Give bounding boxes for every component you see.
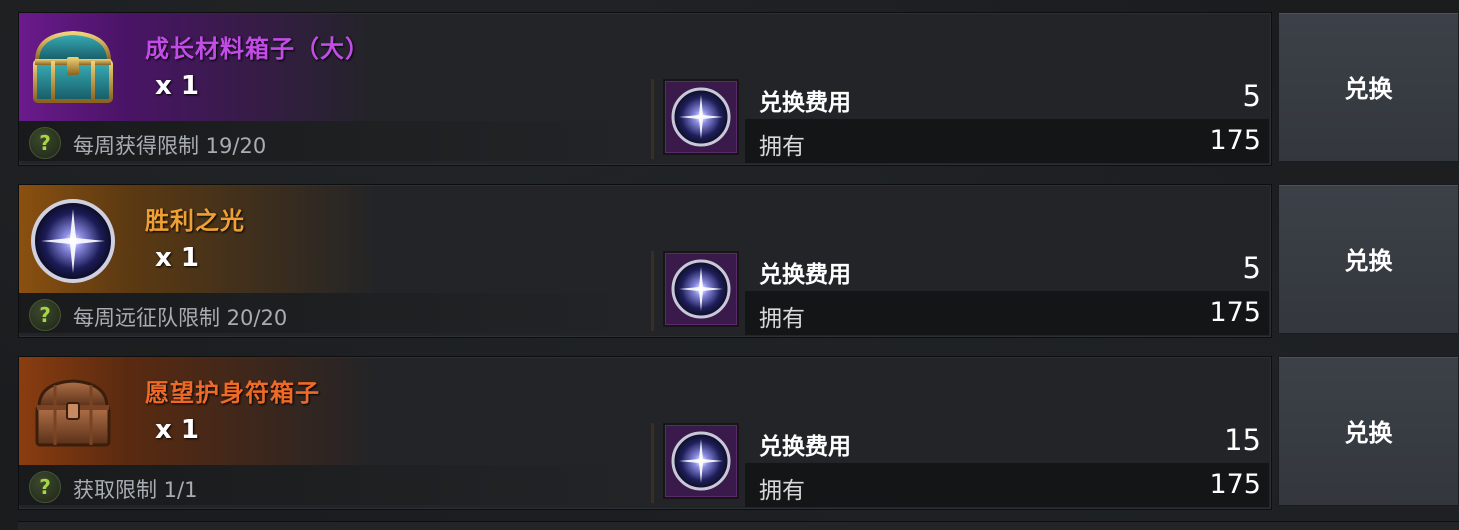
owned-value: 175	[1209, 469, 1261, 500]
exchange-row: 愿望护身符箱子 x 1 ? 获取限制 1/1 兑换费用 15 拥有 175 兑换	[18, 356, 1459, 510]
item-name: 愿望护身符箱子	[145, 379, 320, 407]
exchange-button[interactable]: 兑换	[1278, 184, 1459, 334]
cost-label: 兑换费用	[759, 90, 851, 116]
item-name: 胜利之光	[145, 207, 245, 235]
divider	[651, 251, 654, 331]
exchange-row: 成长材料箱子（大） x 1 ? 每周获得限制 19/20 兑换费用 5 拥有 1…	[18, 12, 1459, 166]
light-orb-icon	[663, 251, 739, 327]
item-quantity: x 1	[155, 415, 199, 445]
wooden-chest-icon	[35, 379, 111, 447]
exchange-card: 愿望护身符箱子 x 1 ? 获取限制 1/1 兑换费用 15 拥有 175	[18, 356, 1272, 510]
cost-value: 5	[1242, 79, 1261, 113]
exchange-button[interactable]: 兑换	[1278, 356, 1459, 506]
cost-value: 5	[1242, 251, 1261, 285]
limit-text: 每周远征队限制 20/20	[73, 306, 288, 330]
cost-label: 兑换费用	[759, 434, 851, 460]
limit-text: 获取限制 1/1	[73, 478, 198, 502]
owned-bar: 拥有 175	[745, 463, 1269, 507]
owned-value: 175	[1209, 125, 1261, 156]
exchange-row: 胜利之光 x 1 ? 每周远征队限制 20/20 兑换费用 5 拥有 175 兑…	[18, 184, 1459, 338]
owned-value: 175	[1209, 297, 1261, 328]
light-orb-icon	[31, 199, 115, 283]
limit-text: 每周获得限制 19/20	[73, 134, 267, 158]
divider	[651, 423, 654, 503]
exchange-card: 胜利之光 x 1 ? 每周远征队限制 20/20 兑换费用 5 拥有 175	[18, 184, 1272, 338]
limit-bar: ? 每周远征队限制 20/20	[19, 293, 651, 333]
item-quantity: x 1	[155, 243, 199, 273]
help-icon[interactable]: ?	[29, 471, 61, 503]
light-orb-icon	[663, 423, 739, 499]
help-icon[interactable]: ?	[29, 127, 61, 159]
exchange-card: 成长材料箱子（大） x 1 ? 每周获得限制 19/20 兑换费用 5 拥有 1…	[18, 12, 1272, 166]
cost-value: 15	[1224, 423, 1261, 457]
owned-bar: 拥有 175	[745, 119, 1269, 163]
treasure-chest-teal-icon	[33, 30, 113, 103]
help-icon[interactable]: ?	[29, 299, 61, 331]
divider	[651, 79, 654, 159]
item-quantity: x 1	[155, 71, 199, 101]
limit-bar: ? 每周获得限制 19/20	[19, 121, 651, 161]
exchange-button[interactable]: 兑换	[1278, 12, 1459, 162]
light-orb-icon	[663, 79, 739, 155]
item-name: 成长材料箱子（大）	[145, 35, 370, 63]
owned-label: 拥有	[759, 478, 805, 504]
owned-bar: 拥有 175	[745, 291, 1269, 335]
owned-label: 拥有	[759, 306, 805, 332]
cost-label: 兑换费用	[759, 262, 851, 288]
owned-label: 拥有	[759, 134, 805, 160]
limit-bar: ? 获取限制 1/1	[19, 465, 651, 505]
